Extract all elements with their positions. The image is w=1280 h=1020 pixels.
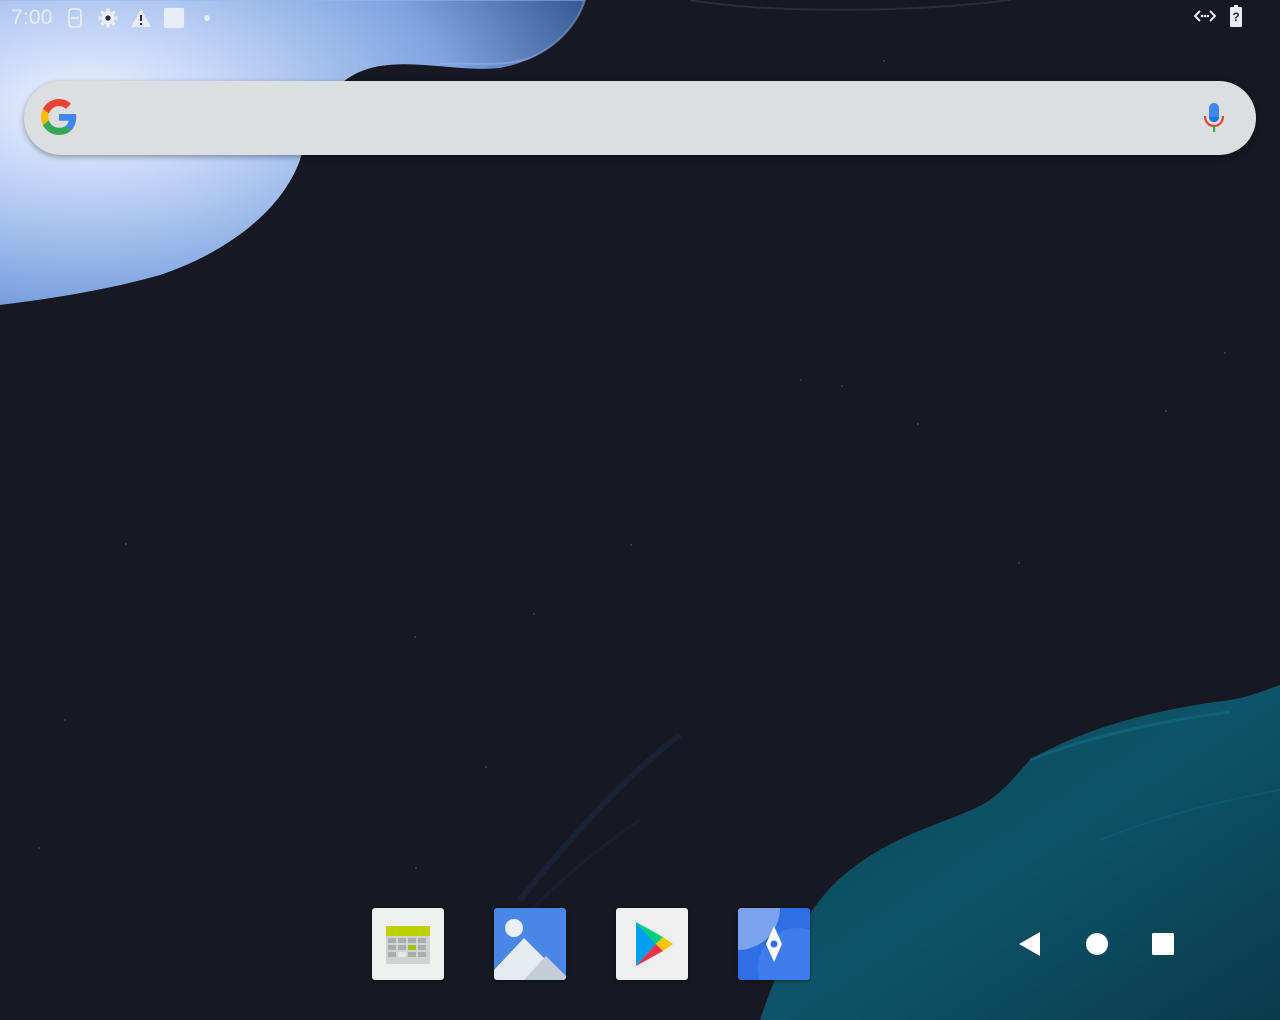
home-circle-icon	[1086, 933, 1108, 955]
back-button[interactable]	[1014, 929, 1044, 959]
recents-button[interactable]	[1148, 929, 1178, 959]
sim-card-icon	[64, 7, 86, 29]
notification-dot-icon	[196, 7, 218, 29]
google-search-bar[interactable]	[24, 81, 1256, 155]
svg-text:?: ?	[1232, 10, 1239, 24]
status-bar: 7:00 ?	[0, 0, 1280, 36]
status-clock: 7:00	[11, 6, 53, 29]
google-g-icon[interactable]	[41, 99, 77, 135]
data-transfer-icon	[1193, 8, 1217, 29]
settings-gear-icon	[97, 7, 119, 29]
compass-app[interactable]	[738, 908, 810, 980]
status-bar-right: ?	[1193, 4, 1242, 32]
warning-icon	[130, 7, 152, 29]
notification-square-icon	[163, 7, 185, 29]
status-bar-left: 7:00	[11, 5, 229, 31]
battery-unknown-icon: ?	[1230, 4, 1242, 32]
calendar-grid-icon	[372, 908, 444, 980]
compass-icon	[738, 908, 810, 980]
play-store-app[interactable]	[616, 908, 688, 980]
microphone-icon[interactable]	[1200, 101, 1228, 135]
recents-square-icon	[1152, 933, 1174, 955]
search-input[interactable]	[120, 99, 1184, 139]
home-button[interactable]	[1082, 929, 1112, 959]
photo-gallery-icon	[494, 908, 566, 980]
gallery-app[interactable]	[494, 908, 566, 980]
play-store-icon	[616, 908, 688, 980]
calendar-app[interactable]	[372, 908, 444, 980]
back-triangle-icon	[1019, 932, 1040, 956]
